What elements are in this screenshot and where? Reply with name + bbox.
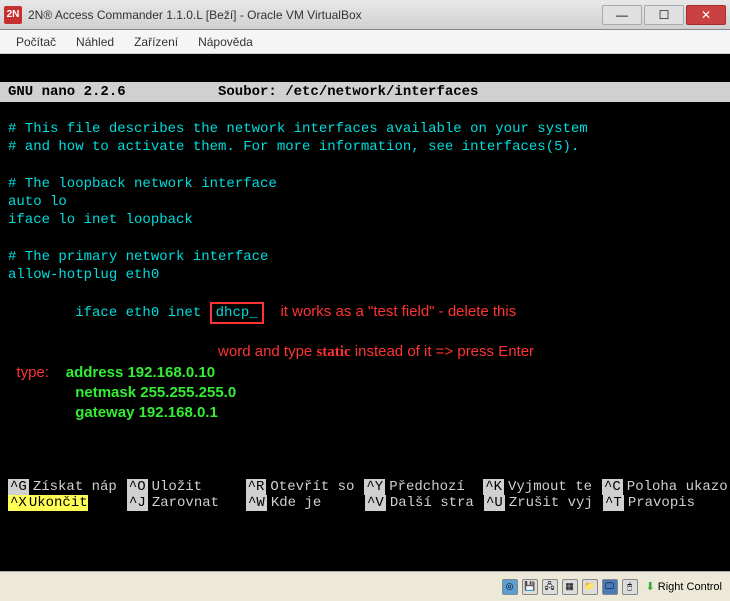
config-line: allow-hotplug eth0: [8, 266, 722, 284]
shortcut-label: Získat náp: [29, 479, 117, 495]
shortcut-label: Předchozí: [385, 479, 465, 495]
minimize-button[interactable]: —: [602, 5, 642, 25]
menubar: Počítač Náhled Zařízení Nápověda: [0, 30, 730, 54]
annotation-text: word and type: [218, 343, 316, 360]
window-title: 2N® Access Commander 1.1.0.L [Beží] - Or…: [28, 8, 602, 22]
nano-header: GNU nano 2.2.6 Soubor: /etc/network/inte…: [0, 82, 730, 102]
nano-body[interactable]: # This file describes the network interf…: [0, 102, 730, 424]
close-button[interactable]: ✕: [686, 5, 726, 25]
comment-line: # and how to activate them. For more inf…: [8, 138, 722, 156]
menu-pocitac[interactable]: Počítač: [6, 32, 66, 52]
type-label: type:: [16, 364, 49, 381]
config-line: iface lo inet loopback: [8, 211, 722, 229]
host-key-indicator: ⬇ Right Control: [646, 580, 722, 593]
shortcut-key: ^O: [127, 479, 148, 495]
shortcut-row: ^X Ukončit^J Zarovnat^W Kde je^V Další s…: [8, 495, 722, 511]
nano-file-label: Soubor:: [218, 84, 277, 100]
shortcut: ^C Poloha ukazo: [602, 479, 722, 495]
config-line: auto lo: [8, 193, 722, 211]
shortcut-label: Ukončit: [29, 495, 88, 511]
shortcut-key: ^U: [484, 495, 505, 511]
usb-icon[interactable]: ▦: [562, 579, 578, 595]
disk-icon[interactable]: 💾: [522, 579, 538, 595]
shortcut-key: ^R: [246, 479, 267, 495]
nano-file-path: /etc/network/interfaces: [285, 84, 478, 100]
nano-footer: ^G Získat náp^O Uložit^R Otevřít so^Y Př…: [0, 479, 730, 511]
shortcut-label: Pravopis: [624, 495, 695, 511]
storage-icon[interactable]: ◎: [502, 579, 518, 595]
shortcut-label: Poloha ukazo: [623, 479, 728, 495]
shortcut: ^Y Předchozí: [364, 479, 483, 495]
vm-window: 2N 2N® Access Commander 1.1.0.L [Beží] -…: [0, 0, 730, 601]
comment-line: # The primary network interface: [8, 248, 722, 266]
shortcut: ^X Ukončit: [8, 495, 127, 511]
shortcut: ^U Zrušit vyj: [484, 495, 603, 511]
maximize-button[interactable]: ☐: [644, 5, 684, 25]
shortcut-key: ^J: [127, 495, 148, 511]
mouse-icon[interactable]: 🖰: [622, 579, 638, 595]
window-controls: — ☐ ✕: [602, 5, 726, 25]
shortcut-label: Zarovnat: [148, 495, 219, 511]
terminal[interactable]: GNU nano 2.2.6 Soubor: /etc/network/inte…: [0, 54, 730, 541]
annotation-text: it works as a "test field" - delete this: [280, 303, 516, 320]
shortcut-label: Uložit: [148, 479, 202, 495]
dhcp-highlight-box: dhcp_: [210, 302, 264, 324]
shortcut-label: Zrušit vyj: [505, 495, 593, 511]
shared-icon[interactable]: 📁: [582, 579, 598, 595]
shortcut: ^O Uložit: [127, 479, 246, 495]
annotation-netmask: netmask 255.255.255.0: [75, 384, 236, 401]
display-icon[interactable]: 🖵: [602, 579, 618, 595]
shortcut: ^W Kde je: [246, 495, 365, 511]
titlebar[interactable]: 2N 2N® Access Commander 1.1.0.L [Beží] -…: [0, 0, 730, 30]
shortcut-key: ^W: [246, 495, 267, 511]
shortcut: ^T Pravopis: [603, 495, 722, 511]
annotation-text: instead of it => press Enter: [351, 343, 534, 360]
shortcut-key: ^T: [603, 495, 624, 511]
comment-line: # The loopback network interface: [8, 175, 722, 193]
comment-line: # This file describes the network interf…: [8, 120, 722, 138]
shortcut: ^G Získat náp: [8, 479, 127, 495]
config-line-prefix: iface eth0 inet: [75, 305, 209, 321]
shortcut-row: ^G Získat náp^O Uložit^R Otevřít so^Y Př…: [8, 479, 722, 495]
shortcut-key: ^C: [602, 479, 623, 495]
menu-nahled[interactable]: Náhled: [66, 32, 124, 52]
shortcut: ^K Vyjmout te: [483, 479, 602, 495]
shortcut-key: ^Y: [364, 479, 385, 495]
menu-zarizeni[interactable]: Zařízení: [124, 32, 188, 52]
shortcut-key: ^K: [483, 479, 504, 495]
shortcut-key: ^G: [8, 479, 29, 495]
shortcut-key: ^V: [365, 495, 386, 511]
shortcut-key: ^X: [8, 495, 29, 511]
shortcut: ^R Otevřít so: [246, 479, 365, 495]
app-icon: 2N: [4, 6, 22, 24]
shortcut: ^V Další stra: [365, 495, 484, 511]
nano-version: GNU nano 2.2.6: [8, 84, 218, 100]
shortcut-label: Vyjmout te: [504, 479, 592, 495]
arrow-down-icon: ⬇: [646, 580, 655, 593]
statusbar: ◎ 💾 🖧 ▦ 📁 🖵 🖰 ⬇ Right Control: [0, 571, 730, 601]
network-icon[interactable]: 🖧: [542, 579, 558, 595]
shortcut-label: Další stra: [386, 495, 474, 511]
menu-napoveda[interactable]: Nápověda: [188, 32, 263, 52]
shortcut-label: Kde je: [267, 495, 321, 511]
annotation-gateway: gateway 192.168.0.1: [75, 404, 218, 421]
annotation-address: address 192.168.0.10: [66, 364, 215, 381]
shortcut: ^J Zarovnat: [127, 495, 246, 511]
annotation-static: static: [316, 344, 350, 360]
shortcut-label: Otevřít so: [266, 479, 354, 495]
